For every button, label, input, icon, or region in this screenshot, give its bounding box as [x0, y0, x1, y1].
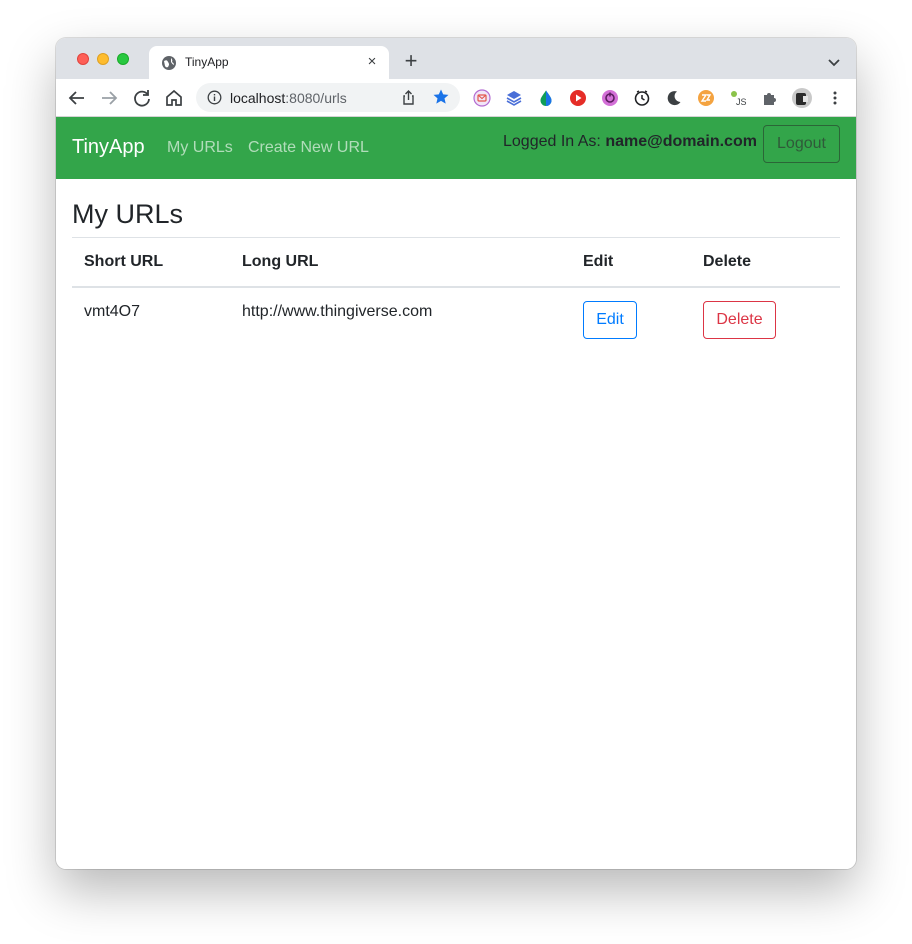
ext-mail-icon[interactable]	[473, 89, 491, 107]
more-vert-icon[interactable]	[826, 89, 844, 107]
new-tab-button[interactable]: +	[399, 50, 423, 74]
cell-long-url: http://www.thingiverse.com	[242, 303, 433, 320]
ext-record-icon[interactable]	[601, 89, 619, 107]
window-maximize-button[interactable]	[117, 53, 129, 65]
tab-strip: TinyApp × +	[56, 38, 856, 79]
svg-text:JS: JS	[736, 97, 747, 107]
header-short-url: Short URL	[84, 253, 164, 270]
address-bar[interactable]: localhost:8080/urls	[196, 83, 460, 112]
logged-in-label: Logged In As:	[503, 133, 601, 150]
url-path: :8080/urls	[285, 90, 347, 106]
home-icon[interactable]	[163, 87, 185, 109]
table-header-border	[72, 286, 840, 288]
ext-js-icon[interactable]: JS	[729, 89, 747, 107]
share-icon[interactable]	[400, 89, 417, 106]
header-long-url: Long URL	[242, 253, 319, 270]
ext-play-icon[interactable]	[569, 89, 587, 107]
ext-drop-icon[interactable]	[537, 89, 555, 107]
tab-close-icon[interactable]: ×	[363, 53, 381, 71]
url-text[interactable]: localhost:8080/urls	[230, 90, 347, 106]
chevron-down-icon[interactable]	[824, 52, 844, 72]
navbar: TinyApp My URLs Create New URL Logged In…	[56, 117, 856, 179]
logged-in-status: Logged In As: name@domain.com	[503, 133, 757, 151]
brand-link[interactable]: TinyApp	[72, 136, 145, 159]
delete-button[interactable]: Delete	[703, 301, 776, 339]
tab-title: TinyApp	[185, 55, 229, 69]
nav-my-urls[interactable]: My URLs	[167, 139, 233, 157]
ext-zz-icon[interactable]	[697, 89, 715, 107]
puzzle-icon[interactable]	[761, 89, 779, 107]
page-title: My URLs	[72, 199, 184, 229]
bookmark-star-icon[interactable]	[432, 88, 450, 106]
ext-layers-icon[interactable]	[505, 89, 523, 107]
reload-icon[interactable]	[131, 87, 153, 109]
user-email: name@domain.com	[605, 133, 757, 150]
browser-tab[interactable]: TinyApp ×	[149, 46, 389, 79]
browser-window: TinyApp × + localhost:8080/urls JS TinyA…	[56, 38, 856, 869]
url-host: localhost	[230, 90, 286, 106]
page-content: TinyApp My URLs Create New URL Logged In…	[56, 117, 856, 869]
header-delete: Delete	[703, 253, 752, 270]
divider	[72, 237, 840, 238]
logout-button[interactable]: Logout	[763, 125, 840, 163]
edit-button[interactable]: Edit	[583, 301, 637, 339]
cell-short-url: vmt4O7	[84, 303, 141, 320]
ext-moon-icon[interactable]	[665, 89, 683, 107]
browser-toolbar: localhost:8080/urls JS	[56, 79, 856, 117]
back-arrow-icon[interactable]	[66, 87, 88, 109]
globe-icon	[162, 56, 176, 70]
window-minimize-button[interactable]	[97, 53, 109, 65]
info-icon[interactable]	[207, 90, 222, 105]
nav-create-new-url[interactable]: Create New URL	[248, 139, 369, 157]
header-edit: Edit	[583, 253, 614, 270]
ext-clock-icon[interactable]	[633, 89, 651, 107]
avatar[interactable]	[792, 88, 812, 108]
forward-arrow-icon[interactable]	[98, 87, 120, 109]
window-close-button[interactable]	[77, 53, 89, 65]
